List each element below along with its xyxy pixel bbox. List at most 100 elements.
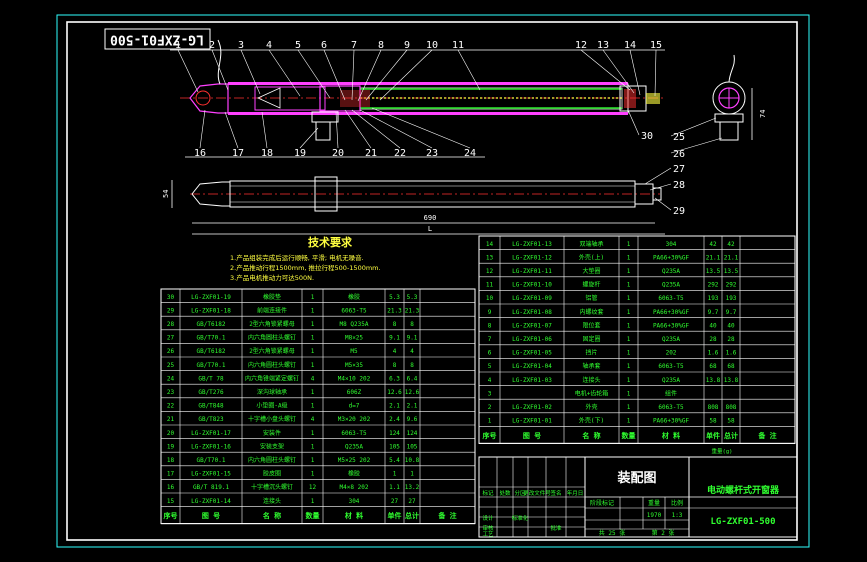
left-table-cell: 内六角锥端紧定螺钉 <box>245 374 299 382</box>
left-table-cell: 1.1 <box>389 484 400 491</box>
right-table-header-cell: 总计 <box>724 431 738 440</box>
stage-label: 阶段标记 <box>590 499 614 507</box>
right-table-cell: 40 <box>727 322 735 329</box>
right-table-cell: Q235A <box>662 268 680 275</box>
right-table-cell: 13 <box>486 254 494 261</box>
scale-value: 1:3 <box>672 512 683 519</box>
sheet-number: 第 2 张 <box>652 529 675 537</box>
left-table-header-cell: 单件 <box>388 511 402 520</box>
title-block-label: 标准化 <box>512 514 529 522</box>
left-table-header-cell: 数量 <box>306 511 320 520</box>
right-table-header-cell: 序号 <box>482 431 497 440</box>
left-table-cell: GB/T70.1 <box>197 362 226 369</box>
left-table-cell: 27 <box>391 498 399 505</box>
right-table-cell: 螺旋杆 <box>582 281 600 289</box>
left-table-cell: M4×8 202 <box>340 484 369 491</box>
left-table-cell: 24 <box>167 375 175 382</box>
left-table-cell: GB/T823 <box>198 416 224 423</box>
right-table-cell: Q235A <box>662 377 680 384</box>
left-table-cell: 6063-T5 <box>341 430 367 437</box>
left-table-cell: 5.3 <box>407 294 418 301</box>
tech-note-3: 3.产品电机推动力可达500N. <box>230 273 314 282</box>
right-table-cell: 1 <box>627 404 631 411</box>
left-table-cell: 25 <box>167 362 175 369</box>
left-table-cell: 4 <box>311 375 315 382</box>
right-table-cell: LG-ZXF01-04 <box>512 363 552 370</box>
right-table-cell: 292 <box>708 282 719 289</box>
left-table-cell: LG-ZXF01-14 <box>191 498 231 505</box>
right-table-cell: 9.7 <box>708 309 719 316</box>
balloon-7: 7 <box>351 40 357 51</box>
left-table-cell: M5 <box>350 348 358 355</box>
left-table-cell: GB/T 819.1 <box>193 484 230 491</box>
left-table-cell: 小垫圈-A级 <box>256 402 287 410</box>
right-table-cell: 连接头 <box>582 376 600 384</box>
balloon-25: 25 <box>673 132 685 143</box>
left-table-cell: LG-ZXF01-15 <box>191 471 231 478</box>
balloon-24: 24 <box>464 148 476 159</box>
right-table-header-cell: 单件 <box>706 431 720 440</box>
left-table-cell: 十字槽沉头螺钉 <box>251 483 293 491</box>
right-table-cell: 7 <box>488 336 492 343</box>
right-table-header-cell: 材 料 <box>661 431 680 440</box>
right-table-cell: 6 <box>488 350 492 357</box>
left-table-cell: 1 <box>311 457 315 464</box>
right-table-cell: 2 <box>488 404 492 411</box>
left-table-header-cell: 序号 <box>163 511 178 520</box>
right-table-cell: LG-ZXF01-09 <box>512 295 552 302</box>
scale-label: 比例 <box>671 499 683 507</box>
left-table-cell: 9.6 <box>407 416 418 423</box>
left-table-cell: 19 <box>167 443 175 450</box>
left-table-cell: 1 <box>311 430 315 437</box>
right-table-cell: 14 <box>486 241 494 248</box>
left-table-cell: 胶皮圈 <box>263 470 281 478</box>
right-table-cell: 42 <box>727 241 735 248</box>
balloon-15: 15 <box>650 40 662 51</box>
right-table-cell: LG-ZXF01-13 <box>512 241 552 248</box>
left-table-cell: 橡胶垫 <box>263 293 281 301</box>
weight-column-label: 重量(g) <box>712 447 733 455</box>
left-table-cell: 1 <box>311 294 315 301</box>
right-table-cell: 6063-T5 <box>658 363 684 370</box>
balloon-29: 29 <box>673 206 685 217</box>
right-table-cell: LG-ZXF01-06 <box>512 336 552 343</box>
drawing-number: LG-ZXF01-500 <box>710 517 775 527</box>
left-table-cell: 内六角圆柱头螺钉 <box>248 456 296 464</box>
right-table-cell: 58 <box>709 418 717 425</box>
right-table-cell: 11 <box>486 282 494 289</box>
left-table-cell: 十字槽小盘头螺钉 <box>248 415 296 423</box>
right-table-cell: PA66+30%GF <box>653 254 690 261</box>
right-table-cell: 28 <box>709 336 717 343</box>
left-table-cell: 9.1 <box>389 335 400 342</box>
left-table-cell: 27 <box>408 498 416 505</box>
left-table-cell: 12.6 <box>405 389 420 396</box>
left-table-header-cell: 名 称 <box>263 511 281 520</box>
left-table-cell: 2.1 <box>407 403 418 410</box>
right-table-cell: PA66+30%GF <box>653 418 690 425</box>
right-table-cell: 1 <box>627 309 631 316</box>
left-table-cell: 29 <box>167 307 175 314</box>
right-table-cell: 5 <box>488 363 492 370</box>
right-table-cell: 68 <box>727 363 735 370</box>
cad-drawing-canvas: LG-ZXF01-500 74 54 690 L 1 2 3 4 5 6 7 8… <box>56 14 810 548</box>
right-table-cell: 6063-T5 <box>658 295 684 302</box>
right-table-cell: 固定圈 <box>582 335 600 343</box>
left-table-cell: 4 <box>311 416 315 423</box>
left-table-cell: M4×10 202 <box>338 375 371 382</box>
left-table-cell: 105 <box>389 443 400 450</box>
title-block-label: 批准 <box>550 524 562 532</box>
right-table-cell: 68 <box>709 363 717 370</box>
right-table-cell: Q235A <box>662 336 680 343</box>
right-table-cell: 304 <box>666 241 677 248</box>
balloon-20: 20 <box>332 148 344 159</box>
front-view-height-dim: 54 <box>162 190 170 198</box>
left-table-cell: GB/T276 <box>198 389 224 396</box>
weight-value: 1970 <box>647 512 662 519</box>
right-table-header-cell: 名 称 <box>582 431 600 440</box>
overall-length-dim: 690 <box>424 214 437 222</box>
left-table-cell: 124 <box>407 430 418 437</box>
tech-note-1: 1.产品组装完成后运行顺畅, 平滑; 电机无噪音. <box>230 253 364 262</box>
right-table-cell: 大垫圈 <box>582 267 600 275</box>
left-table-cell: 1 <box>311 307 315 314</box>
right-table-cell: 1 <box>627 350 631 357</box>
